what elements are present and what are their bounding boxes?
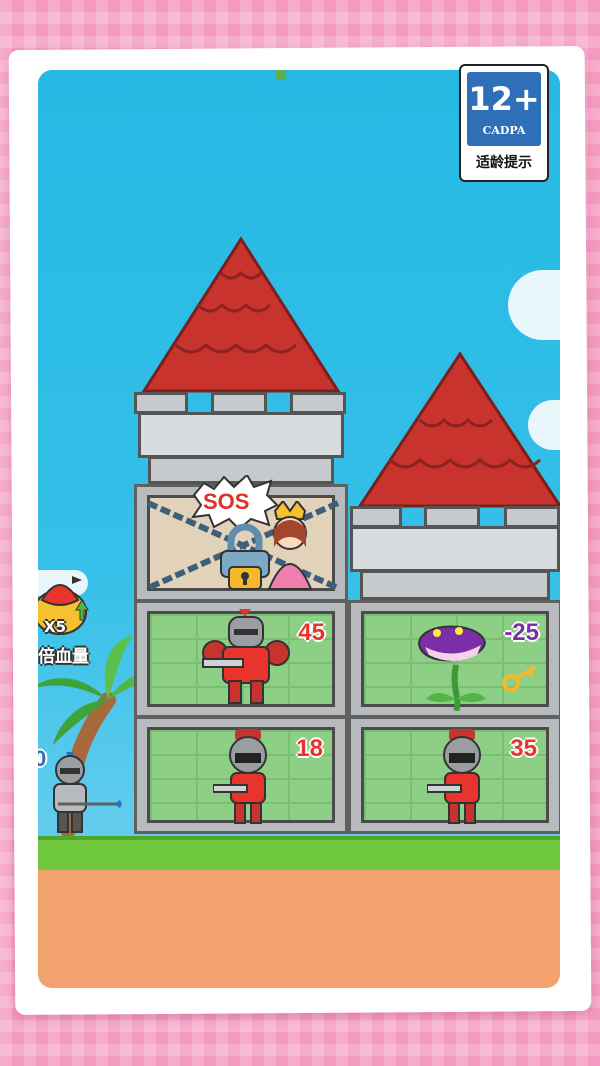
right-battlement-merlon [350, 506, 402, 528]
right-battlement-base [360, 570, 550, 600]
hero-knight[interactable] [38, 748, 122, 838]
rating-tip: 适龄提示 [476, 155, 532, 171]
enemy-power-value: 45 [298, 619, 325, 646]
lock-icon[interactable] [217, 521, 273, 591]
left-battlement [138, 412, 344, 458]
right-battlement-merlon [424, 506, 480, 528]
dirt-ground [38, 870, 560, 988]
enemy-power-value: 18 [296, 735, 323, 762]
right-battlement [350, 526, 560, 572]
room-right-2[interactable]: -25 [348, 600, 560, 718]
booster-multiplier: X5 [44, 618, 67, 636]
red-soldier-enemy [427, 729, 481, 824]
grass-strip [38, 836, 560, 874]
left-battlement-merlon [211, 392, 267, 414]
enemy-power-value: 35 [510, 735, 537, 762]
left-tower-roof [141, 236, 341, 393]
enemy-power-value: -25 [504, 619, 539, 646]
rating-organization: CADPA [482, 124, 526, 137]
health-booster-button[interactable]: X5 倍血量 [38, 570, 108, 667]
armored-knight-enemy [202, 609, 290, 704]
room-left-3[interactable]: 18 [134, 716, 348, 834]
room-left-2[interactable]: 45 [134, 600, 348, 718]
age-rating-badge: 12+ CADPA 适龄提示 [459, 64, 549, 182]
sos-text: SOS [203, 489, 250, 514]
booster-label: 倍血量 [38, 647, 89, 667]
piranha-plant-enemy [417, 625, 487, 711]
cloud [508, 270, 560, 340]
princess-room[interactable]: SOS [134, 475, 348, 602]
top-decoration [276, 70, 286, 80]
right-tower-roof [357, 351, 560, 508]
game-screen[interactable]: SOS 45 18 -25 35 X5 倍血量 0 [38, 70, 560, 988]
left-battlement-merlon [134, 392, 188, 414]
room-right-3[interactable]: 35 [348, 716, 560, 834]
red-soldier-enemy [213, 729, 267, 824]
age-rating-plate: 12+ CADPA [467, 72, 541, 146]
video-icon [72, 576, 82, 584]
key-icon[interactable] [501, 663, 541, 693]
age-rating-value: 12+ [468, 80, 540, 118]
left-battlement-merlon [290, 392, 346, 414]
right-battlement-merlon [504, 506, 560, 528]
